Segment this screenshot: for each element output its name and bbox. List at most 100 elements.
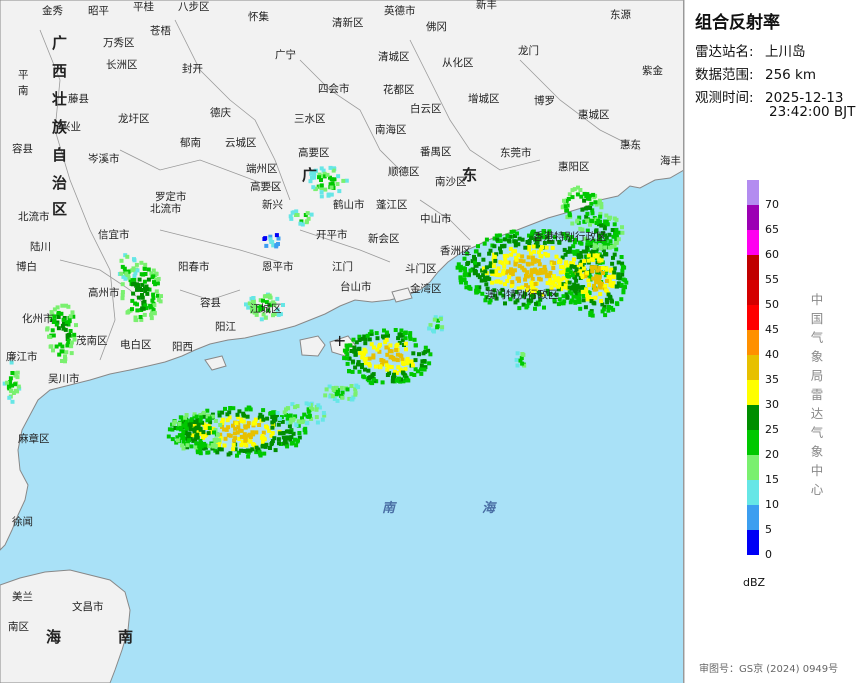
legend-label-5: 5 [765,523,772,536]
echo-pixel [507,238,511,243]
echo-pixel [361,374,366,379]
echo-pixel [13,388,18,393]
echo-pixel [502,237,507,242]
echo-pixel [237,409,242,414]
echo-pixel [281,435,286,440]
echo-pixel [403,341,408,346]
echo-pixel [620,268,625,273]
echo-pixel [575,219,580,224]
echo-pixel [597,266,602,270]
echo-pixel [201,410,206,415]
legend-swatch-40 [747,330,759,355]
echo-pixel [472,271,477,276]
echo-pixel [385,352,390,357]
echo-pixel [513,249,517,254]
station-value: 上川岛 [765,44,806,60]
region-label-char: 族 [52,118,68,136]
echo-pixel [570,195,575,200]
legend-label-60: 60 [765,248,779,261]
echo-pixel [48,335,53,339]
echo-pixel [489,269,494,274]
echo-pixel [51,333,56,338]
map-canvas[interactable]: 金秀 昭平 平桂 八步区怀集 清新区 英德市佛冈 新丰东源苍梧万秀区长洲区 封开 广宁 清城区 从化… [0,0,684,683]
time-label: 观测时间: [695,90,754,106]
echo-pixel [505,233,510,238]
place-label-wuchuan: 吴川市 [48,372,80,385]
echo-pixel [124,271,129,276]
echo-pixel [401,362,406,366]
echo-pixel [329,177,334,182]
place-label-xinyi: 信宜市 [98,228,130,241]
echo-pixel [281,303,285,307]
echo-pixel [490,280,495,285]
echo-pixel [366,368,371,373]
echo-pixel [181,423,186,428]
echo-pixel [339,385,344,390]
echo-pixel [328,165,333,170]
echo-pixel [337,189,342,194]
place-label-fogang: 佛冈 [426,20,447,33]
radar-map[interactable]: 金秀 昭平 平桂 八步区 怀集 清新区 英德市 佛冈 新丰 东源 苍梧 万秀区 长洲区 封开 广宁 清城区 从化… [0,0,684,683]
echo-pixel [427,326,432,331]
echo-pixel [367,363,372,368]
place-label-xinxing: 新兴 [262,198,283,211]
echo-pixel [523,277,528,282]
echo-pixel [288,413,293,418]
legend-swatch-15 [747,455,759,480]
echo-pixel [581,266,586,271]
region-label-char: 壮 [52,90,67,108]
place-label-enping: 恩平市 [262,260,294,273]
echo-pixel [245,448,250,453]
echo-pixel [69,344,74,349]
echo-pixel [54,344,59,349]
echo-pixel [245,414,250,419]
echo-pixel [218,423,223,427]
echo-pixel [125,310,130,315]
place-label-taishan: 台山市 [340,280,372,293]
echo-pixel [512,239,517,244]
echo-pixel [67,332,72,337]
echo-pixel [275,296,280,301]
echo-pixel [207,416,212,421]
echo-pixel [547,273,552,278]
echo-pixel [514,257,519,262]
echo-pixel [277,441,281,446]
echo-pixel [380,380,385,385]
place-label-jinxiu: 金秀 [42,4,63,17]
echo-pixel [557,260,562,265]
echo-pixel [57,352,62,357]
place-label-deqing: 德庆 [210,106,231,119]
echo-pixel [546,253,551,258]
echo-pixel [360,336,365,341]
echo-pixel [524,283,529,288]
echo-pixel [473,260,477,265]
echo-pixel [181,435,186,440]
echo-pixel [520,254,525,259]
echo-pixel [152,280,156,285]
echo-pixel [132,281,137,286]
echo-pixel [344,178,349,183]
echo-pixel [621,290,626,295]
echo-pixel [572,251,577,256]
echo-pixel [616,237,621,242]
place-label-pengjiang: 蓬江区 [376,199,408,211]
echo-pixel [525,240,530,244]
place-label-zijin: 紫金 [642,64,663,77]
place-label-lianjiang: 廉江市 [6,350,38,363]
echo-pixel [152,303,157,308]
echo-pixel [384,337,389,342]
echo-pixel [598,219,603,224]
region-label-char: 治 [52,174,67,192]
echo-pixel [262,237,267,241]
echo-pixel [419,363,424,368]
echo-pixel [565,249,570,254]
echo-pixel [305,211,310,216]
region-label-char: 海 [482,500,497,516]
echo-pixel [404,358,409,363]
echo-pixel [370,381,375,386]
echo-pixel [551,266,556,270]
echo-pixel [60,344,65,349]
echo-pixel [476,289,481,294]
legend-swatch-65 [747,205,759,230]
echo-pixel [579,194,584,199]
